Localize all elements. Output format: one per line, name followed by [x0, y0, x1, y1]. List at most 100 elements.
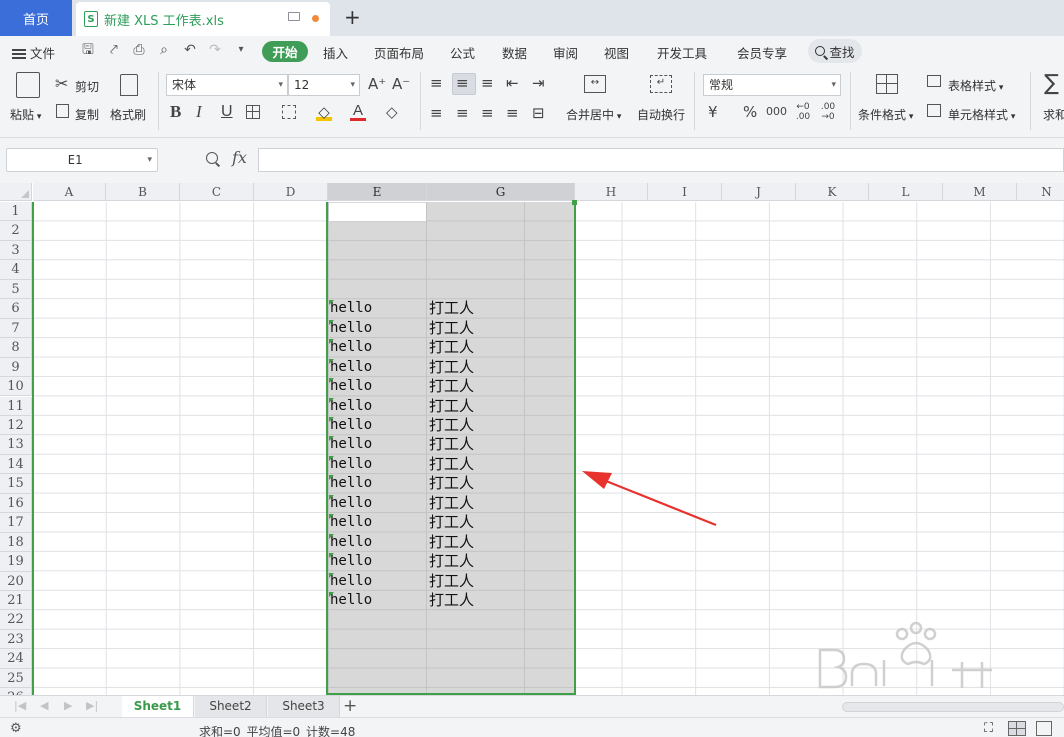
cell-e14[interactable]: hello — [330, 455, 372, 474]
fill-handle[interactable] — [572, 200, 577, 205]
cell-e19[interactable]: hello — [330, 552, 372, 571]
indent-decrease-icon[interactable]: ⇤ — [506, 74, 519, 92]
cell-g13[interactable]: 打工人 — [429, 435, 474, 454]
save-icon[interactable]: 🖫 — [80, 42, 96, 58]
font-size-select[interactable]: 12 ▾ — [288, 74, 360, 96]
row-header-21[interactable]: 21 — [0, 591, 32, 611]
ribbon-tab-review[interactable]: 审阅 — [553, 43, 578, 62]
column-header-b[interactable]: B — [106, 183, 180, 201]
cell-g10[interactable]: 打工人 — [429, 377, 474, 396]
increase-decimal-button[interactable]: ←0 .00 — [793, 102, 813, 122]
row-header-1[interactable]: 1 — [0, 202, 32, 222]
first-sheet-icon[interactable]: |◀ — [14, 699, 26, 712]
align-bottom-icon[interactable]: ≡ — [481, 74, 494, 92]
row-header-4[interactable]: 4 — [0, 260, 32, 280]
cell-style-icon[interactable] — [927, 104, 941, 117]
column-header-a[interactable]: A — [33, 183, 106, 201]
row-header-5[interactable]: 5 — [0, 279, 32, 300]
tab-document[interactable]: S 新建 XLS 工作表.xls — [76, 2, 330, 36]
row-header-25[interactable]: 25 — [0, 668, 32, 689]
fill-pattern-icon[interactable] — [282, 105, 296, 119]
print-icon[interactable]: ⎙ — [131, 42, 147, 58]
column-header-m[interactable]: M — [943, 183, 1017, 201]
align-right-icon[interactable]: ≡ — [481, 104, 494, 122]
column-header-l[interactable]: L — [869, 183, 943, 201]
row-header-19[interactable]: 19 — [0, 552, 32, 572]
fullscreen-icon[interactable]: ⛶ — [984, 721, 1002, 736]
row-header-9[interactable]: 9 — [0, 357, 32, 378]
column-header-j[interactable]: J — [722, 183, 796, 201]
ribbon-tab-view[interactable]: 视图 — [604, 43, 629, 62]
indent-increase-icon[interactable]: ⇥ — [532, 74, 545, 92]
cell-e21[interactable]: hello — [330, 591, 372, 610]
normal-view-icon[interactable] — [1008, 721, 1026, 736]
underline-button[interactable]: U — [221, 103, 233, 121]
scissors-icon[interactable]: ✂ — [55, 75, 68, 93]
paste-icon[interactable] — [16, 72, 40, 98]
row-header-24[interactable]: 24 — [0, 649, 32, 669]
decrease-decimal-button[interactable]: .00 →0 — [818, 102, 838, 122]
table-style-button[interactable]: 表格样式 ▾ — [948, 77, 1003, 94]
cell-e9[interactable]: hello — [330, 358, 372, 377]
monitor-icon[interactable] — [288, 12, 300, 21]
cell-e16[interactable]: hello — [330, 494, 372, 513]
align-left-icon[interactable]: ≡ — [430, 104, 443, 122]
sheet-tab-sheet2[interactable]: Sheet2 — [195, 696, 267, 718]
cell-e17[interactable]: hello — [330, 513, 372, 532]
name-box[interactable]: E1 ▾ — [6, 148, 158, 172]
cell-e12[interactable]: hello — [330, 416, 372, 435]
column-header-h[interactable]: H — [575, 183, 648, 201]
row-header-15[interactable]: 15 — [0, 474, 32, 494]
column-header-g[interactable]: G — [427, 183, 575, 201]
ribbon-tab-developer[interactable]: 开发工具 — [657, 43, 707, 62]
ribbon-tab-formulas[interactable]: 公式 — [450, 43, 475, 62]
grow-font-button[interactable]: A⁺ — [368, 75, 386, 93]
cell-style-button[interactable]: 单元格样式 ▾ — [948, 106, 1015, 123]
cell-g19[interactable]: 打工人 — [429, 552, 474, 571]
cell-g15[interactable]: 打工人 — [429, 474, 474, 493]
last-sheet-icon[interactable]: ▶| — [86, 699, 98, 712]
cell-e11[interactable]: hello — [330, 397, 372, 416]
ribbon-tab-member[interactable]: 会员专享 — [737, 43, 787, 62]
column-header-e[interactable]: E — [328, 183, 427, 201]
customize-dropdown-icon[interactable]: ▾ — [233, 42, 249, 58]
justify-icon[interactable]: ≡ — [506, 104, 519, 122]
cut-button[interactable]: 剪切 — [75, 78, 99, 95]
cell-g9[interactable]: 打工人 — [429, 358, 474, 377]
tab-home[interactable]: 首页 — [0, 0, 72, 36]
formula-input[interactable] — [258, 148, 1064, 172]
macro-record-icon[interactable]: ⚙ — [10, 721, 22, 736]
spreadsheet-grid[interactable]: ABCDEGHIJKLMN 1 2 3 4 5 6 7 8 9 10 11 12 13 14 15 16 17 1… — [0, 183, 1064, 695]
next-sheet-icon[interactable]: ▶ — [64, 699, 72, 712]
sum-button[interactable]: 求和 — [1043, 106, 1064, 123]
row-header-13[interactable]: 13 — [0, 435, 32, 455]
cell-e8[interactable]: hello — [330, 338, 372, 357]
fx-icon[interactable]: fx — [232, 148, 247, 167]
bold-button[interactable]: B — [170, 103, 181, 121]
align-center-icon[interactable]: ≡ — [456, 104, 469, 122]
align-top-icon[interactable]: ≡ — [430, 74, 443, 92]
sheet-tab-sheet3[interactable]: Sheet3 — [268, 696, 340, 718]
merge-center-icon[interactable]: ↔ — [584, 75, 606, 93]
row-header-11[interactable]: 11 — [0, 396, 32, 416]
cell-e10[interactable]: hello — [330, 377, 372, 396]
fill-color-icon[interactable]: ◇ — [316, 103, 332, 121]
thousands-button[interactable]: 000 — [766, 103, 787, 121]
row-header-8[interactable]: 8 — [0, 338, 32, 358]
undo-icon[interactable]: ↶ — [182, 42, 198, 58]
cell-e20[interactable]: hello — [330, 572, 372, 591]
select-all-corner[interactable] — [0, 183, 32, 201]
row-header-6[interactable]: 6 — [0, 299, 32, 319]
print-preview-icon[interactable]: ⌕ — [156, 42, 172, 58]
row-header-22[interactable]: 22 — [0, 610, 32, 630]
shrink-font-button[interactable]: A⁻ — [392, 75, 410, 93]
redo-icon[interactable]: ↷ — [207, 42, 223, 58]
prev-sheet-icon[interactable]: ◀ — [40, 699, 48, 712]
wrap-text-button[interactable]: 自动换行 — [637, 106, 685, 123]
paste-button[interactable]: 粘贴 ▾ — [10, 106, 41, 123]
column-header-i[interactable]: I — [648, 183, 722, 201]
copy-icon[interactable] — [56, 104, 69, 118]
italic-button[interactable]: I — [196, 103, 202, 121]
cell-e7[interactable]: hello — [330, 319, 372, 338]
cell-g16[interactable]: 打工人 — [429, 494, 474, 513]
